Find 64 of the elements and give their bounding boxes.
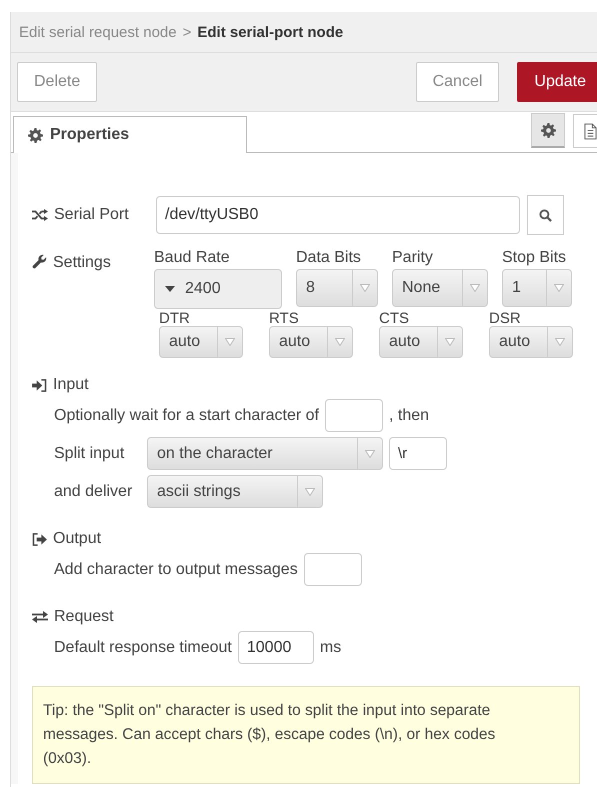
gear-icon [28, 128, 43, 142]
field-label: Serial Port [54, 206, 129, 224]
caret-icon [335, 338, 345, 346]
dialog-title: Edit serial-port node [197, 24, 344, 40]
primary-button[interactable]: Update [517, 62, 597, 102]
caret-icon [165, 286, 175, 292]
caret-icon [365, 450, 375, 458]
dropdown[interactable]: auto [159, 326, 243, 358]
dialog-button[interactable]: Cancel [416, 62, 500, 102]
dropdown[interactable]: auto [489, 326, 573, 358]
gear-icon [540, 122, 556, 138]
tab[interactable]: Properties [13, 116, 247, 153]
section-heading: Request [54, 608, 114, 626]
dropdown[interactable]: 8 [296, 269, 378, 307]
serial-port-field[interactable]: /dev/ttyUSB0 [156, 196, 520, 234]
search-icon [539, 208, 552, 222]
caret-icon [225, 338, 235, 346]
field-label: Default response timeout [54, 638, 232, 656]
caret-icon [360, 284, 370, 292]
tip-box: Tip: the "Split on" character is used to split the input into separate messages. Can accept chars ($), escape codes (\n), or hex codes (0x03). [32, 686, 580, 784]
field-label: Optionally wait for a start character of [54, 406, 319, 424]
dropdown[interactable]: 1 [502, 269, 572, 307]
section-heading: Input [53, 376, 89, 394]
field-label: RTS [269, 311, 300, 326]
field-label: and deliver [54, 482, 134, 500]
shuffle-icon [32, 209, 48, 221]
output-character-field[interactable] [304, 553, 362, 586]
dropdown[interactable]: None [392, 269, 488, 307]
settings-tab[interactable] [531, 113, 565, 148]
document-icon [584, 122, 596, 140]
dropdown[interactable]: auto [269, 326, 353, 358]
dropdown[interactable]: auto [379, 326, 463, 358]
caret-icon [555, 338, 565, 346]
breadcrumb-separator: > [182, 24, 192, 40]
sign-in-icon [32, 378, 47, 392]
field-label: DTR [159, 311, 191, 326]
exchange-icon [32, 611, 48, 623]
field-label: Split input [54, 444, 126, 462]
caret-icon [470, 284, 480, 292]
split-character-field[interactable]: \r [389, 437, 447, 470]
caret-icon [305, 488, 315, 496]
caret-icon [554, 284, 564, 292]
search-button[interactable] [527, 195, 564, 235]
field-label: Parity [392, 249, 434, 267]
caret-icon [445, 338, 455, 346]
field-label: , then [389, 406, 430, 424]
start-character-field[interactable] [325, 399, 383, 432]
field-label: Baud Rate [154, 249, 231, 267]
dialog-button[interactable]: Delete [17, 62, 98, 102]
field-label: Settings [53, 254, 111, 272]
dropdown[interactable]: ascii strings [147, 475, 323, 508]
field-label: Add character to output messages [54, 560, 298, 578]
info-tab[interactable] [573, 114, 597, 148]
baud-rate-dropdown[interactable]: 2400 [154, 269, 282, 309]
section-heading: Output [53, 530, 102, 548]
field-label: DSR [489, 311, 522, 326]
field-label: Stop Bits [502, 249, 568, 267]
dropdown[interactable]: on the character [147, 437, 383, 470]
field-label: CTS [379, 311, 410, 326]
timeout-field[interactable]: 10000 [238, 631, 314, 664]
wrench-icon [32, 254, 47, 269]
unit-label: ms [320, 638, 342, 656]
field-label: Data Bits [296, 249, 362, 267]
sign-out-icon [32, 532, 47, 546]
